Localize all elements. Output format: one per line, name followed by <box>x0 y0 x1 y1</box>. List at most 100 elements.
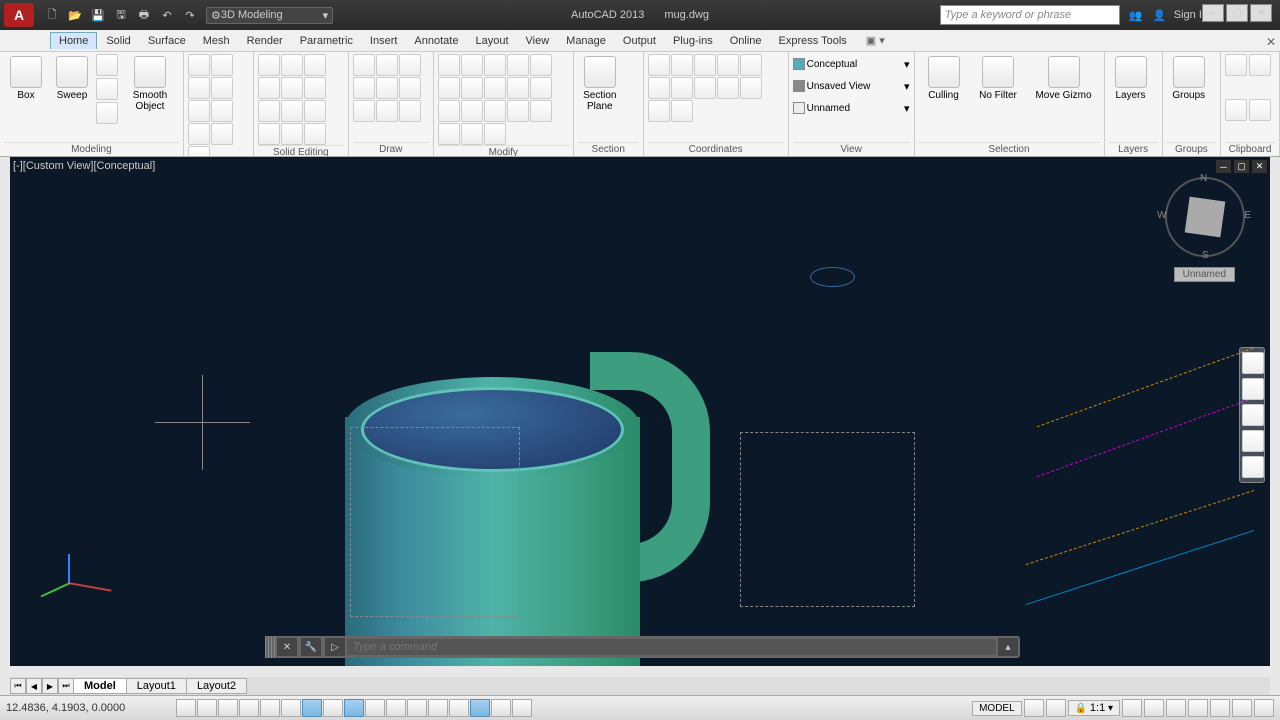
modeling-small-1[interactable] <box>96 54 118 76</box>
se-btn[interactable] <box>258 123 280 145</box>
ribbon-collapse-icon[interactable]: ▣ ▾ <box>866 34 885 47</box>
se-btn[interactable] <box>281 100 303 122</box>
mod-btn[interactable] <box>530 77 552 99</box>
clip-btn[interactable] <box>1225 99 1247 121</box>
tab-express[interactable]: Express Tools <box>771 33 855 49</box>
tab-manage[interactable]: Manage <box>558 33 614 49</box>
mod-btn[interactable] <box>507 54 529 76</box>
coord-btn[interactable] <box>648 100 670 122</box>
mesh-btn[interactable] <box>188 123 210 145</box>
mod-btn[interactable] <box>438 123 460 145</box>
mesh-btn[interactable] <box>211 54 233 76</box>
mod-btn[interactable] <box>530 100 552 122</box>
coord-btn[interactable] <box>671 100 693 122</box>
drawing-area[interactable]: [-][Custom View][Conceptual] ─ ▢ ✕ N S E… <box>10 157 1270 666</box>
modeling-small-2[interactable] <box>96 78 118 100</box>
tray-btn[interactable] <box>491 699 511 717</box>
layout-last[interactable]: ⏭ <box>58 678 74 694</box>
mesh-btn[interactable] <box>211 77 233 99</box>
workspace-switch-icon[interactable] <box>1166 699 1186 717</box>
cmd-grip[interactable] <box>265 636 275 658</box>
se-btn[interactable] <box>258 54 280 76</box>
se-btn[interactable] <box>281 54 303 76</box>
tpy-toggle[interactable] <box>407 699 427 717</box>
coord-btn[interactable] <box>648 77 670 99</box>
viewcube[interactable]: N S E W <box>1165 177 1245 257</box>
layers-button[interactable]: Layers <box>1109 54 1153 142</box>
app-menu-icon[interactable]: A <box>4 3 34 27</box>
mod-btn[interactable] <box>461 123 483 145</box>
mesh-btn[interactable] <box>211 123 233 145</box>
viewport-combo[interactable]: Unnamed▾ <box>793 98 910 118</box>
clip-btn[interactable] <box>1225 54 1247 76</box>
tab-surface[interactable]: Surface <box>140 33 194 49</box>
viewcube-n[interactable]: N <box>1200 173 1207 184</box>
draw-btn[interactable] <box>353 77 375 99</box>
draw-btn[interactable] <box>376 100 398 122</box>
mesh-btn[interactable] <box>188 100 210 122</box>
mesh-btn[interactable] <box>188 146 210 157</box>
cmd-history-icon[interactable]: ▴ <box>998 638 1018 656</box>
viewcube-w[interactable]: W <box>1157 210 1166 221</box>
mod-btn[interactable] <box>530 54 552 76</box>
coord-btn[interactable] <box>740 54 762 76</box>
annotation-scale[interactable]: 🔒 1:1 ▾ <box>1068 700 1120 716</box>
box-button[interactable]: Box <box>4 54 48 142</box>
plot-icon[interactable]: 🖶 <box>134 5 154 25</box>
coord-btn[interactable] <box>717 54 739 76</box>
se-btn[interactable] <box>304 100 326 122</box>
mod-btn[interactable] <box>461 54 483 76</box>
nav-wheel-icon[interactable] <box>1242 352 1264 374</box>
sweep-button[interactable]: Sweep <box>50 54 94 142</box>
se-btn[interactable] <box>304 123 326 145</box>
draw-btn[interactable] <box>399 54 421 76</box>
se-btn[interactable] <box>281 123 303 145</box>
viewcube-e[interactable]: E <box>1244 210 1251 221</box>
minimize-button[interactable]: ─ <box>1202 4 1224 22</box>
maximize-button[interactable]: ▢ <box>1226 4 1248 22</box>
workspace-selector[interactable]: ⚙3D Modeling▾ <box>206 7 333 24</box>
new-icon[interactable]: 🗋 <box>42 5 62 25</box>
tab-layout2[interactable]: Layout2 <box>186 678 247 694</box>
mod-btn[interactable] <box>438 77 460 99</box>
culling-button[interactable]: Culling <box>919 54 969 142</box>
layout-first[interactable]: ⏮ <box>10 678 26 694</box>
clip-btn[interactable] <box>1249 54 1271 76</box>
groups-button[interactable]: Groups <box>1167 54 1211 142</box>
hardware-accel-icon[interactable] <box>1210 699 1230 717</box>
osnap-toggle[interactable] <box>281 699 301 717</box>
coord-btn[interactable] <box>694 77 716 99</box>
clip-btn[interactable] <box>1249 99 1271 121</box>
autoscale-icon[interactable] <box>1144 699 1164 717</box>
mod-btn[interactable] <box>461 77 483 99</box>
3dosnap-toggle[interactable] <box>302 699 322 717</box>
otrack-toggle[interactable] <box>323 699 343 717</box>
zoom-icon[interactable] <box>1242 404 1264 426</box>
am-toggle[interactable] <box>470 699 490 717</box>
tab-solid[interactable]: Solid <box>98 33 138 49</box>
tab-insert[interactable]: Insert <box>362 33 406 49</box>
grid-toggle[interactable] <box>218 699 238 717</box>
layout-next[interactable]: ▶ <box>42 678 58 694</box>
draw-btn[interactable] <box>376 54 398 76</box>
toolbar-lock-icon[interactable] <box>1188 699 1208 717</box>
viewcube-menu[interactable]: Unnamed <box>1174 267 1235 282</box>
se-btn[interactable] <box>304 54 326 76</box>
ducs-toggle[interactable] <box>344 699 364 717</box>
search-input[interactable]: Type a keyword or phrase <box>940 5 1120 25</box>
move-gizmo-button[interactable]: Move Gizmo <box>1028 54 1100 142</box>
tab-render[interactable]: Render <box>239 33 291 49</box>
coord-btn[interactable] <box>740 77 762 99</box>
polar-toggle[interactable] <box>260 699 280 717</box>
sc-toggle[interactable] <box>449 699 469 717</box>
cmd-customize-icon[interactable]: 🔧 <box>301 638 321 656</box>
undo-icon[interactable]: ↶ <box>157 5 177 25</box>
mod-btn[interactable] <box>484 123 506 145</box>
coord-btn[interactable] <box>717 77 739 99</box>
signin-icon[interactable]: 👤 <box>1150 5 1170 25</box>
open-icon[interactable]: 📂 <box>65 5 85 25</box>
mesh-btn[interactable] <box>211 100 233 122</box>
mesh-btn[interactable] <box>188 77 210 99</box>
mod-btn[interactable] <box>461 100 483 122</box>
draw-btn[interactable] <box>353 54 375 76</box>
